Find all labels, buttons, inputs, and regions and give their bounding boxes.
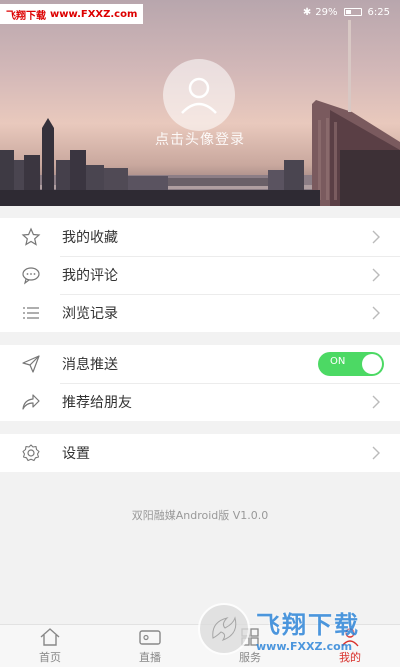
chevron-right-icon: [366, 230, 386, 244]
user-avatar-icon: [181, 77, 217, 114]
watermark-big-text: 飞翔下载: [256, 611, 360, 639]
menu-item-history[interactable]: 浏览记录: [0, 294, 400, 332]
watermark-bottom: 飞翔下载 www.FXXZ.com: [198, 598, 394, 660]
menu-item-settings[interactable]: 设置: [0, 434, 400, 472]
watermark-logo-icon: [198, 603, 250, 655]
toggle-knob: [362, 354, 382, 374]
menu-item-favorites[interactable]: 我的收藏: [0, 218, 400, 256]
chevron-right-icon: [366, 268, 386, 282]
gear-icon: [20, 442, 42, 464]
star-icon: [20, 226, 42, 248]
battery-icon: [343, 8, 362, 16]
status-time: 6:25: [367, 6, 390, 18]
menu-group-social: 消息推送 ON 推荐给朋友: [0, 345, 400, 421]
menu-item-recommend[interactable]: 推荐给朋友: [0, 383, 400, 421]
share-icon: [20, 391, 42, 413]
watermark-top: 飞翔下载 www.FXXZ.com: [0, 4, 144, 24]
watermark-url: www.FXXZ.com: [50, 8, 138, 20]
tab-label: 直播: [139, 651, 161, 664]
battery-percent: 29%: [315, 6, 338, 18]
list-icon: [20, 302, 42, 324]
menu-item-comments[interactable]: 我的评论: [0, 256, 400, 294]
home-icon: [40, 628, 60, 646]
menu-group-settings: 设置: [0, 434, 400, 472]
chevron-right-icon: [366, 446, 386, 460]
watermark-small-text: www.FXXZ.com: [256, 640, 353, 653]
chevron-right-icon: [366, 395, 386, 409]
app-version: 双阳融媒Android版 V1.0.0: [131, 509, 269, 522]
toggle-state-label: ON: [330, 356, 346, 367]
chevron-right-icon: [366, 306, 386, 320]
tab-home[interactable]: 首页: [0, 625, 100, 667]
menu-item-label: 我的收藏: [62, 230, 118, 246]
menu-item-label: 设置: [62, 446, 90, 462]
menu-item-label: 消息推送: [62, 357, 118, 373]
menu-item-push-notifications: 消息推送 ON: [0, 345, 400, 383]
tab-live[interactable]: 直播: [100, 625, 200, 667]
comment-icon: [20, 264, 42, 286]
push-toggle[interactable]: ON: [318, 352, 384, 376]
tab-label: 首页: [39, 651, 61, 664]
bluetooth-icon: ✱: [302, 6, 312, 18]
send-icon: [20, 353, 42, 375]
menu-item-label: 我的评论: [62, 268, 118, 284]
avatar[interactable]: [163, 59, 235, 131]
watermark-brand: 飞翔下载: [6, 10, 46, 22]
login-hint[interactable]: 点击头像登录: [0, 129, 400, 149]
menu-group-personal: 我的收藏 我的评论 浏览记录: [0, 218, 400, 332]
menu-item-label: 浏览记录: [62, 306, 118, 322]
video-icon: [139, 630, 161, 645]
profile-header: ✱ 29% 6:25 飞翔下载 www.FXXZ.com 点击头像登录: [0, 0, 400, 206]
menu-item-label: 推荐给朋友: [62, 395, 132, 411]
